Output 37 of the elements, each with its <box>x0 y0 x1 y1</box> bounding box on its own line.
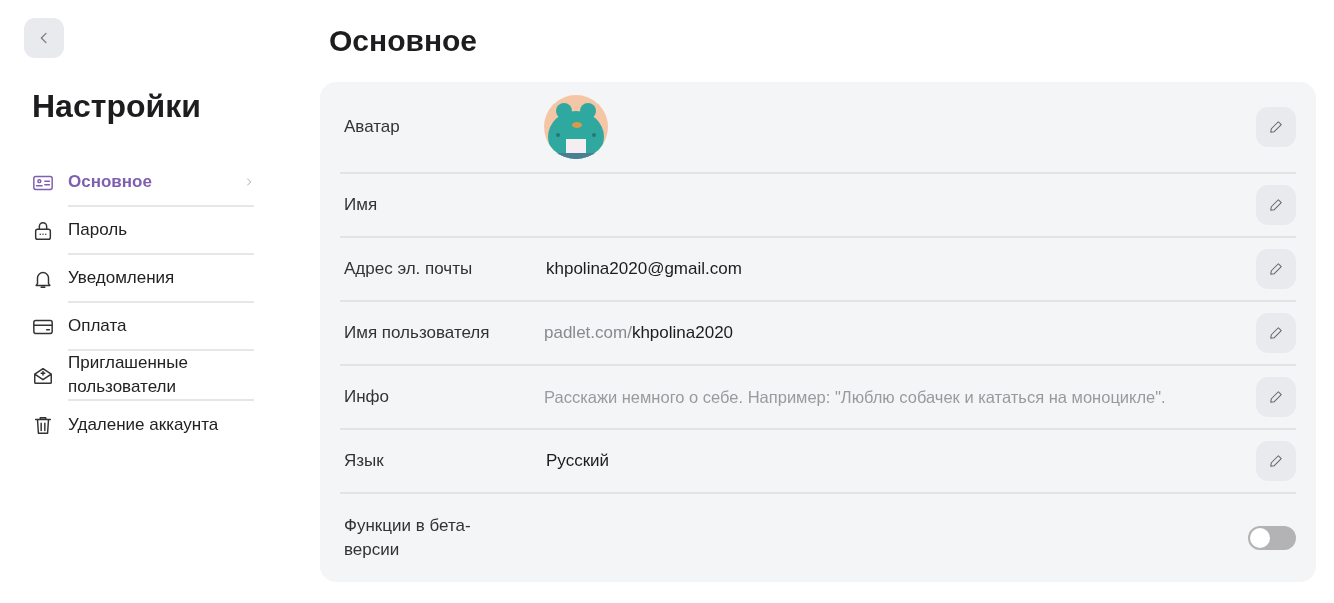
settings-title: Настройки <box>32 88 202 125</box>
info-field[interactable]: Расскажи немного о себе. Например: "Люблю собачек и кататься на моноцикле". <box>544 387 1240 407</box>
field-label: Аватар <box>343 116 401 138</box>
edit-button[interactable] <box>1256 441 1296 481</box>
edit-button[interactable] <box>1256 377 1296 417</box>
field-value: khpolina2020@gmail.com <box>545 259 742 279</box>
pencil-icon <box>1269 198 1283 212</box>
sidebar-item[interactable]: Приглашенные пользователи <box>68 351 233 399</box>
envelope-icon <box>32 365 54 387</box>
edit-button[interactable] <box>1256 185 1296 225</box>
sidebar-item[interactable]: Основное <box>68 170 233 194</box>
lock-icon <box>32 220 54 242</box>
chevron-right-icon <box>244 177 254 187</box>
edit-button[interactable] <box>1256 107 1296 147</box>
trash-icon <box>32 414 54 436</box>
field-label: Инфо <box>343 386 391 408</box>
field-label: Адрес эл. почты <box>343 258 474 280</box>
section-title: Основное <box>329 23 479 59</box>
pencil-icon <box>1269 454 1283 468</box>
edit-button[interactable] <box>1256 313 1296 353</box>
pencil-icon <box>1269 390 1283 404</box>
field-value: Русский <box>545 451 610 471</box>
sidebar-item[interactable]: Удаление аккаунта <box>68 413 233 437</box>
field-label: Функции в бета-версии <box>343 515 472 561</box>
edit-button[interactable] <box>1256 249 1296 289</box>
pencil-icon <box>1269 326 1283 340</box>
pencil-icon <box>1269 262 1283 276</box>
field-label: Имя пользователя <box>343 322 491 344</box>
pencil-icon <box>1269 120 1283 134</box>
field-label: Язык <box>343 450 385 472</box>
back-button[interactable] <box>24 18 64 58</box>
toggle-switch[interactable] <box>1248 526 1296 550</box>
field-label: Имя <box>343 194 379 216</box>
field-value: padlet.com/khpolina2020 <box>544 323 734 343</box>
sidebar-item[interactable]: Оплата <box>68 314 233 338</box>
sidebar-item[interactable]: Уведомления <box>68 266 233 290</box>
sidebar-item[interactable]: Пароль <box>68 218 233 242</box>
